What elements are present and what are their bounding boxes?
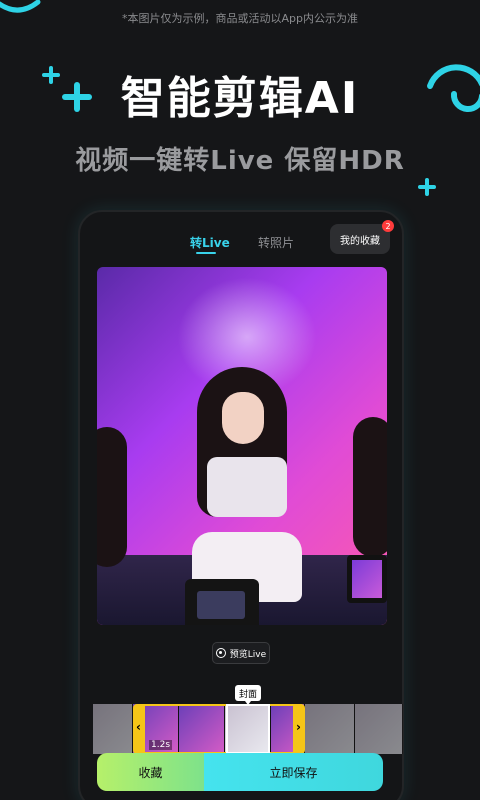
- video-timeline[interactable]: ‹ › 1.2s: [93, 704, 403, 754]
- tab-to-live-label: 转Live: [190, 236, 230, 250]
- cover-frame-selector[interactable]: [226, 704, 270, 754]
- background-dancer-left: [97, 427, 127, 567]
- performer-face: [222, 392, 264, 444]
- timeline-frame: [355, 704, 403, 754]
- background-dancer-right: [353, 417, 387, 557]
- preview-live-label: 预览Live: [229, 649, 267, 660]
- plus-decoration-right: [418, 178, 436, 196]
- active-tab-indicator: [196, 252, 216, 254]
- save-now-button[interactable]: 立即保存: [204, 753, 383, 791]
- audience-camera: [185, 579, 259, 625]
- live-photo-icon: [215, 648, 226, 658]
- audience-phone: [347, 555, 387, 603]
- performer-figure: [167, 367, 317, 602]
- timeline-frame: [93, 704, 133, 754]
- tab-to-photo[interactable]: 转照片: [258, 234, 294, 251]
- collect-button[interactable]: 收藏: [97, 753, 204, 791]
- timeline-frame: [305, 704, 355, 754]
- my-favorites-button[interactable]: 我的收藏 2: [330, 220, 394, 254]
- disclaimer-text: *本图片仅为示例，商品或活动以App内公示为准: [122, 12, 358, 25]
- right-trim-handle[interactable]: ›: [296, 720, 301, 734]
- action-bar: 收藏 立即保存: [97, 753, 383, 791]
- tab-to-photo-label: 转照片: [258, 236, 295, 250]
- notification-badge: 2: [382, 220, 394, 232]
- clip-duration: 1.2s: [149, 740, 173, 750]
- left-trim-handle[interactable]: ‹: [136, 720, 141, 734]
- tab-to-live[interactable]: 转Live: [190, 234, 230, 254]
- subheadline: 视频一键转Live 保留HDR: [75, 146, 405, 176]
- performer-top: [207, 457, 287, 517]
- preview-photo: [97, 267, 387, 625]
- preview-live-button[interactable]: 预览Live: [212, 642, 270, 664]
- headline: 智能剪辑AI: [120, 73, 360, 124]
- my-favorites-label: 我的收藏: [340, 235, 380, 247]
- cover-tag: 封面: [235, 685, 261, 705]
